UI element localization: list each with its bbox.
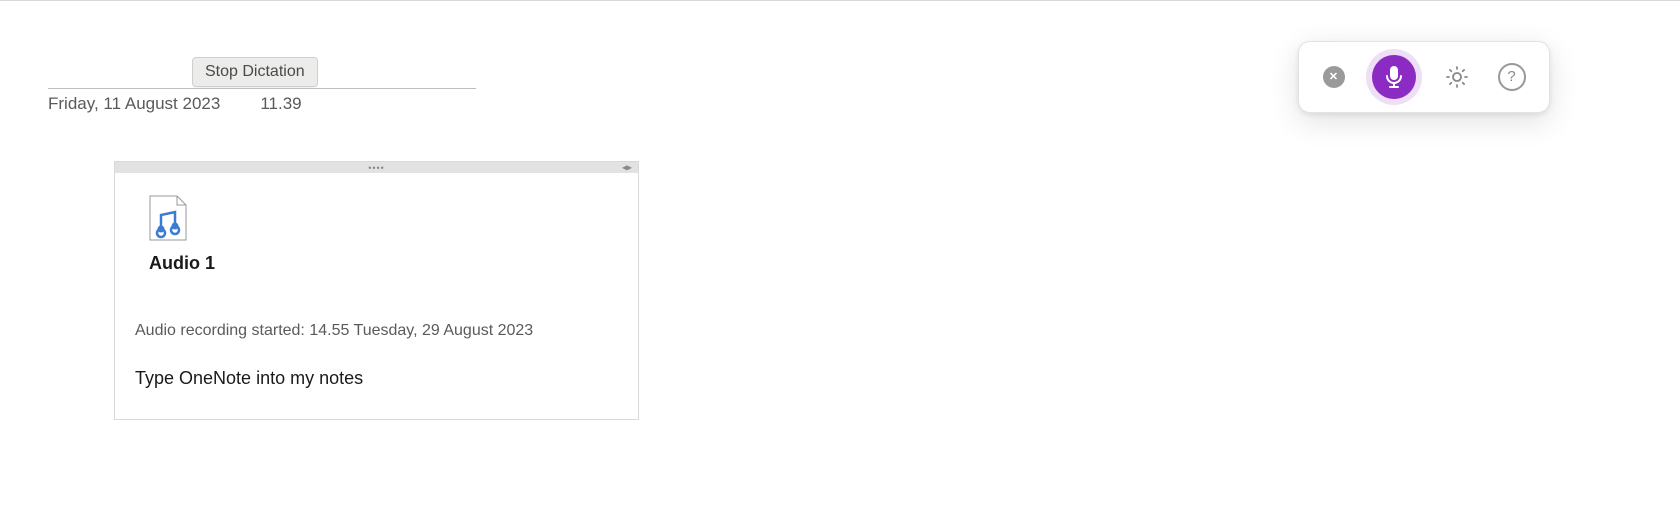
- audio-title[interactable]: Audio 1: [149, 253, 618, 274]
- microphone-button[interactable]: [1372, 55, 1416, 99]
- settings-button[interactable]: [1443, 63, 1471, 91]
- stop-dictation-tooltip: Stop Dictation: [192, 57, 318, 87]
- resize-arrows-icon[interactable]: ◂▸: [622, 162, 632, 173]
- page-date-row: Friday, 11 August 2023 11.39: [48, 88, 476, 114]
- note-container[interactable]: •••• ◂▸ Audio 1 Audio recording started:…: [114, 161, 639, 420]
- microphone-icon: [1384, 65, 1404, 89]
- page-time: 11.39: [260, 94, 301, 114]
- gear-icon: [1445, 65, 1469, 89]
- audio-recording-meta: Audio recording started: 14.55 Tuesday, …: [135, 322, 618, 340]
- page-date: Friday, 11 August 2023: [48, 94, 220, 114]
- help-button[interactable]: ?: [1498, 63, 1526, 91]
- grip-handle-icon[interactable]: ••••: [368, 163, 385, 173]
- note-titlebar[interactable]: •••• ◂▸: [115, 162, 638, 173]
- audio-file-icon[interactable]: [149, 195, 187, 241]
- dictation-toolbar: ✕ ?: [1298, 41, 1550, 113]
- dictated-text[interactable]: Type OneNote into my notes: [135, 368, 618, 389]
- note-body[interactable]: Audio 1 Audio recording started: 14.55 T…: [115, 173, 638, 419]
- close-icon[interactable]: ✕: [1323, 66, 1345, 88]
